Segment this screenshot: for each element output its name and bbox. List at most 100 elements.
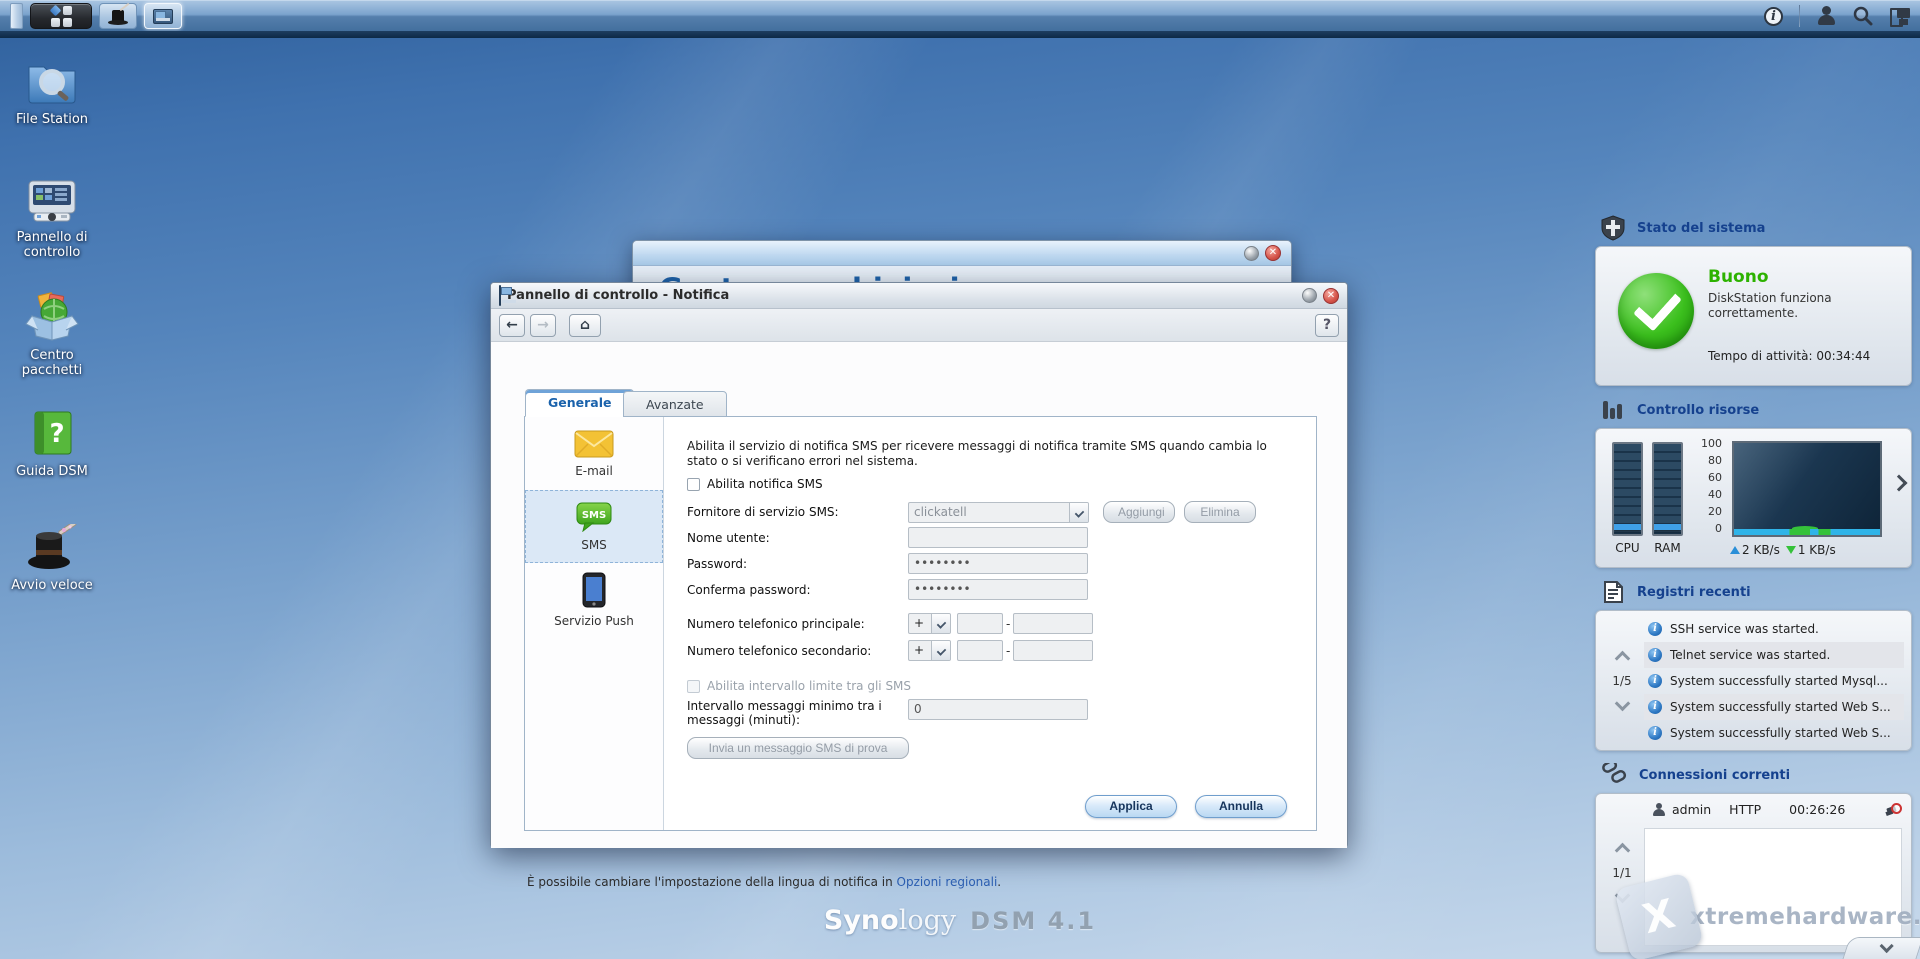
download-rate: 1 KB/s [1798, 543, 1836, 557]
sms-bubble-icon: SMS [575, 502, 613, 532]
upload-rate: 2 KB/s [1742, 543, 1780, 557]
cancel-button[interactable]: Annulla [1195, 795, 1287, 818]
send-test-sms-button[interactable]: Invia un messaggio SMS di prova [687, 737, 909, 759]
disconnect-icon[interactable] [1886, 803, 1902, 817]
smartphone-icon [582, 572, 606, 608]
sidebar-item-sms[interactable]: SMS SMS [525, 490, 663, 563]
storage-manager-titlebar[interactable]: ✕ [633, 241, 1291, 266]
info-icon[interactable]: i [1764, 7, 1783, 26]
desktop-icon-file-station[interactable]: File Station [0, 58, 104, 127]
password-input[interactable]: •••••••• [908, 553, 1088, 574]
desktop-icon-label: Guida DSM [0, 464, 104, 479]
folder-magnifier-icon [0, 58, 104, 106]
widget-panel: Stato del sistema Buono DiskStation funz… [1595, 210, 1912, 953]
system-status-header: Stato del sistema [1601, 216, 1912, 240]
pager-up-icon[interactable] [1614, 650, 1630, 666]
country-code-value: + [909, 614, 931, 633]
secondary-number-input[interactable] [1013, 640, 1093, 661]
info-icon: i [1648, 622, 1662, 636]
desktop-icon-dsm-help[interactable]: ? Guida DSM [0, 408, 104, 479]
sidebar-item-email[interactable]: E-mail [525, 417, 663, 490]
primary-area-input[interactable] [957, 613, 1003, 634]
envelope-icon [574, 430, 614, 458]
pager-up-icon[interactable] [1614, 843, 1630, 859]
regional-options-link[interactable]: Opzioni regionali [897, 875, 998, 889]
widget-panel-toggle-icon[interactable] [1890, 8, 1910, 24]
connections-list-area [1644, 828, 1902, 946]
log-text: System successfully started Mysql... [1670, 674, 1888, 688]
forward-button[interactable]: → [530, 314, 556, 337]
provider-value: clickatell [909, 503, 1069, 522]
widget-panel-collapse-button[interactable] [1842, 937, 1920, 959]
help-book-icon: ? [0, 408, 104, 458]
interval-label: Intervallo messaggi minimo tra i messagg… [687, 699, 908, 727]
desktop-icon-control-panel[interactable]: Pannello di controllo [0, 178, 104, 260]
dialog-icon [499, 286, 501, 305]
download-arrow-icon [1786, 546, 1796, 554]
chevron-down-icon [931, 614, 950, 633]
taskbar-edge [0, 31, 1920, 38]
desktop-icon-quick-start[interactable]: Avvio veloce [0, 524, 104, 593]
provider-select[interactable]: clickatell [908, 502, 1089, 523]
document-lines-icon [1601, 580, 1625, 604]
connection-user: admin [1672, 802, 1711, 817]
log-row: iSystem successfully started Web S... [1644, 694, 1904, 720]
close-icon[interactable]: ✕ [1323, 288, 1339, 304]
enable-sms-checkbox[interactable] [687, 478, 700, 491]
tab-generale[interactable]: Generale [525, 389, 634, 417]
status-ok-icon [1618, 273, 1694, 349]
delete-provider-button[interactable]: Elimina [1184, 501, 1256, 523]
pager-down-icon[interactable] [1614, 888, 1630, 904]
axis-tick: 0 [1696, 522, 1722, 535]
resource-monitor-header: Controllo risorse [1601, 398, 1912, 422]
home-button[interactable]: ⌂ [569, 314, 601, 337]
taskbar-app-quick-start[interactable] [99, 3, 137, 29]
main-menu-button[interactable] [30, 3, 92, 29]
user-icon [1652, 803, 1666, 817]
apply-button[interactable]: Applica [1085, 795, 1177, 818]
pager-down-icon[interactable] [1614, 695, 1630, 711]
dialog-titlebar[interactable]: Pannello di controllo - Notifica ✕ [491, 283, 1347, 309]
uptime-text: Tempo di attività: 00:34:44 [1708, 349, 1870, 363]
sidebar-item-label: Servizio Push [554, 614, 634, 628]
resource-expand-icon[interactable] [1891, 475, 1908, 492]
sidebar-item-push-service[interactable]: Servizio Push [525, 563, 663, 636]
primary-phone-label: Numero telefonico principale: [687, 617, 908, 631]
chevron-down-icon [1069, 503, 1088, 522]
minimize-button[interactable] [1244, 246, 1259, 261]
log-row: iSystem successfully started Mysql... [1644, 668, 1904, 694]
username-input[interactable] [908, 527, 1088, 548]
enable-interval-checkbox[interactable] [687, 680, 700, 693]
primary-country-code-select[interactable]: + [908, 613, 951, 634]
close-icon[interactable]: ✕ [1265, 245, 1281, 261]
taskbar-app-active-window[interactable] [144, 3, 182, 29]
log-list: iSSH service was started. iTelnet servic… [1644, 616, 1904, 746]
desktop: SynologyDSM 4.1 File Station [0, 0, 1920, 959]
magic-hat-icon [108, 8, 128, 25]
tab-avanzate[interactable]: Avanzate [623, 391, 727, 417]
cpu-label: CPU [1610, 541, 1645, 555]
desktop-icon-package-center[interactable]: Centro pacchetti [0, 292, 104, 378]
pager-count: 1/5 [1612, 674, 1631, 688]
confirm-password-input[interactable]: •••••••• [908, 579, 1088, 600]
monitor-icon [153, 9, 173, 24]
upload-arrow-icon [1730, 546, 1740, 554]
search-icon[interactable] [1852, 5, 1874, 27]
show-desktop-button[interactable] [10, 3, 23, 29]
log-row: iTelnet service was started. [1644, 642, 1904, 668]
secondary-country-code-select[interactable]: + [908, 640, 951, 661]
back-button[interactable]: ← [499, 314, 525, 337]
provider-label: Fornitore di servizio SMS: [687, 505, 908, 519]
system-status-card: Buono DiskStation funziona correttamente… [1595, 246, 1912, 386]
user-menu-icon[interactable] [1816, 6, 1836, 26]
interval-input[interactable]: 0 [908, 699, 1088, 720]
minimize-button[interactable] [1302, 288, 1317, 303]
secondary-area-input[interactable] [957, 640, 1003, 661]
primary-number-input[interactable] [1013, 613, 1093, 634]
confirm-password-label: Conferma password: [687, 583, 908, 597]
add-provider-button[interactable]: Aggiungi [1103, 501, 1175, 523]
ram-gauge [1652, 442, 1683, 536]
control-panel-icon [0, 178, 104, 224]
help-button[interactable]: ? [1315, 314, 1339, 337]
recent-logs-header: Registri recenti [1601, 580, 1912, 604]
